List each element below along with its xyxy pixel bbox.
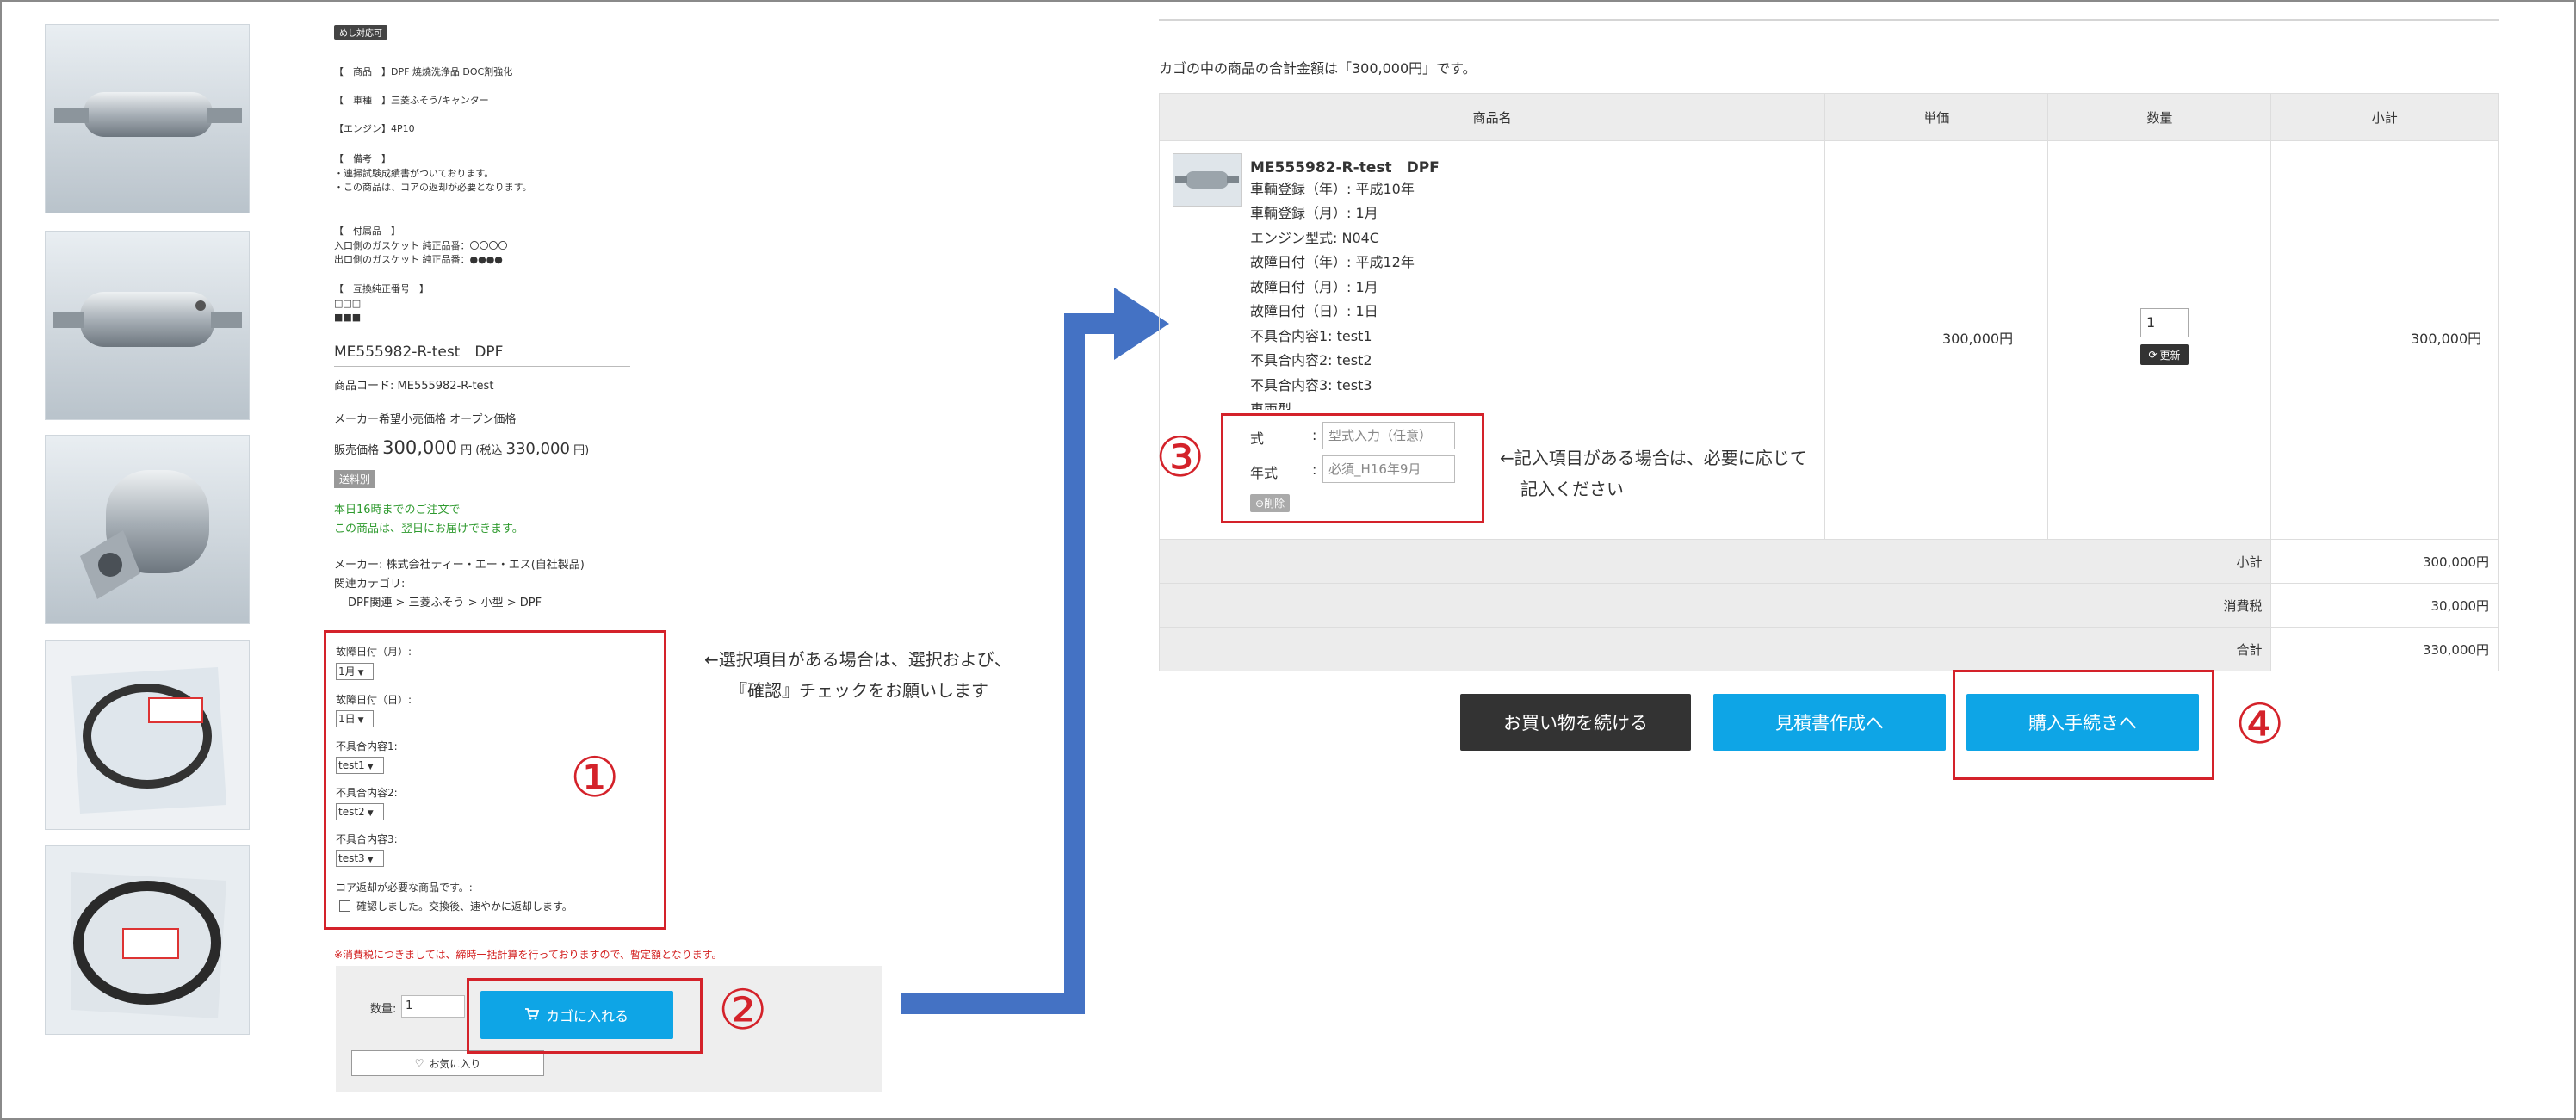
annotation-number-2: ② — [718, 979, 768, 1043]
total-value: 330,000円 — [2270, 627, 2499, 671]
maker-info: メーカー: 株式会社ティー・エー・エス(自社製品) — [334, 559, 585, 572]
cart-summary: カゴの中の商品の合計金額は「300,000円」です。 — [1159, 60, 1477, 77]
product-thumbnail-3[interactable] — [45, 435, 250, 624]
maker-price: メーカー希望小売価格 オープン価格 — [334, 413, 517, 426]
product-title: ME555982-R-test DPF — [334, 339, 630, 367]
related-category-link[interactable]: DPF関連 > 三菱ふそう > 小型 > DPF — [348, 596, 542, 610]
price-label: 販売価格 — [334, 444, 380, 457]
remark-line: ・この商品は、コアの返却が必要となります。 — [334, 182, 532, 193]
annotation-note-3b: 記入ください — [1520, 479, 1624, 499]
favorite-label: お気に入り — [429, 1057, 481, 1070]
compat-heading: 【 互換純正番号 】 — [334, 283, 429, 294]
cart-quantity-input[interactable]: 1 — [2140, 308, 2189, 337]
tax-price-prefix: (税込 — [475, 444, 503, 457]
annotation-box-3 — [1221, 413, 1484, 523]
cart-item-spec: 不具合内容2: test2 — [1250, 352, 1372, 368]
product-line: 【 車種 】三菱ふそう/キャンター — [334, 95, 489, 106]
cart-header-row: 商品名 単価 数量 小計 — [1158, 93, 2499, 141]
related-label: 関連カテゴリ: — [334, 578, 406, 591]
continue-shopping-button[interactable]: お買い物を続ける — [1460, 694, 1691, 751]
estimate-button[interactable]: 見積書作成へ — [1713, 694, 1946, 751]
shipping-badge: 送料別 — [334, 470, 376, 488]
annotation-number-4: ④ — [2235, 693, 2285, 757]
quantity-label: 数量: — [370, 1003, 397, 1016]
price-value: 300,000 — [382, 437, 457, 458]
col-subtotal: 小計 — [2270, 93, 2499, 141]
annotation-number-3: ③ — [1155, 426, 1205, 490]
divider — [1159, 19, 2499, 21]
price-unit: 円 — [461, 444, 473, 457]
subtotal-label: 小計 — [1158, 539, 2272, 584]
delivery-note: この商品は、翌日にお届けできます。 — [334, 523, 523, 535]
annotation-number-1: ① — [570, 746, 620, 810]
cart-item-spec: 故障日付（年）: 平成12年 — [1250, 254, 1415, 270]
flow-arrow-icon — [901, 288, 1169, 1014]
compat-line: ■■■ — [334, 312, 362, 323]
compat-line: □□□ — [334, 298, 362, 309]
price-line: 販売価格 300,000 円 (税込 330,000 円) — [334, 437, 589, 458]
quantity-input[interactable]: 1 — [401, 995, 465, 1018]
product-line: 【 商品 】DPF 焼燒洗浄品 DOC剤強化 — [334, 66, 513, 77]
cart-item-spec: 故障日付（日）: 1日 — [1250, 303, 1378, 319]
tax-price-suffix: 円) — [573, 444, 590, 457]
tax-row: 消費税 30,000円 — [1158, 583, 2499, 628]
tax-price-value: 330,000 — [505, 440, 570, 458]
cart-item-spec: 車輌登録（月）: 1月 — [1250, 205, 1378, 221]
product-code: 商品コード: ME555982-R-test — [334, 380, 494, 393]
product-thumbnail-5[interactable] — [45, 845, 250, 1035]
product-thumbnail-4[interactable] — [45, 640, 250, 830]
product-thumbnail-1[interactable] — [45, 24, 250, 213]
cart-item-name[interactable]: ME555982-R-test DPF — [1250, 155, 1440, 176]
cart-unit-price: 300,000円 — [1942, 331, 2014, 347]
product-thumbnail-2[interactable] — [45, 231, 250, 420]
subtotal-row: 小計 300,000円 — [1158, 539, 2499, 584]
total-row: 合計 330,000円 — [1158, 627, 2499, 671]
total-label: 合計 — [1158, 627, 2272, 671]
cart-item-spec: エンジン型式: N04C — [1250, 230, 1379, 246]
mail-badge: めし対応可 — [334, 25, 387, 40]
tax-value: 30,000円 — [2270, 583, 2499, 628]
parts-line: 出口側のガスケット 純正品番：●●●● — [334, 254, 503, 265]
col-product-name: 商品名 — [1158, 93, 1826, 141]
favorite-button[interactable]: ♡ お気に入り — [351, 1050, 544, 1076]
cart-item-spec: 不具合内容3: test3 — [1250, 377, 1372, 393]
cart-item-spec: 故障日付（月）: 1月 — [1250, 279, 1378, 295]
product-line: 【エンジン】4P10 — [334, 123, 415, 134]
remarks-heading: 【 備考 】 — [334, 153, 391, 164]
cart-item-spec: 車輌登録（年）: 平成10年 — [1250, 181, 1415, 197]
cart-item-spec: 不具合内容1: test1 — [1250, 328, 1372, 344]
parts-line: 入口側のガスケット 純正品番：〇〇〇〇 — [334, 240, 508, 251]
cart-line-subtotal: 300,000円 — [2411, 331, 2482, 347]
order-deadline: 本日16時までのご注文で — [334, 504, 461, 517]
remark-line: ・連掃試験成績書がついております。 — [334, 168, 494, 179]
tax-label: 消費税 — [1158, 583, 2272, 628]
annotation-note-3: ←記入項目がある場合は、必要に応じて — [1500, 448, 1807, 468]
subtotal-value: 300,000円 — [2270, 539, 2499, 584]
annotation-box-4 — [1953, 670, 2214, 780]
parts-heading: 【 付属品 】 — [334, 226, 400, 237]
update-button[interactable]: ⟳ 更新 — [2140, 344, 2189, 365]
col-quantity: 数量 — [2047, 93, 2272, 141]
refresh-icon: ⟳ — [2148, 349, 2158, 361]
tax-notice: ※消費税につきましては、締時一括計算を行っておりますので、暫定額となります。 — [334, 949, 722, 961]
annotation-box-2 — [467, 978, 703, 1054]
col-unit-price: 単価 — [1824, 93, 2049, 141]
cart-item-spec: 車両型 — [1250, 401, 1292, 410]
heart-icon: ♡ — [414, 1057, 424, 1069]
cart-item-image[interactable] — [1173, 153, 1242, 207]
